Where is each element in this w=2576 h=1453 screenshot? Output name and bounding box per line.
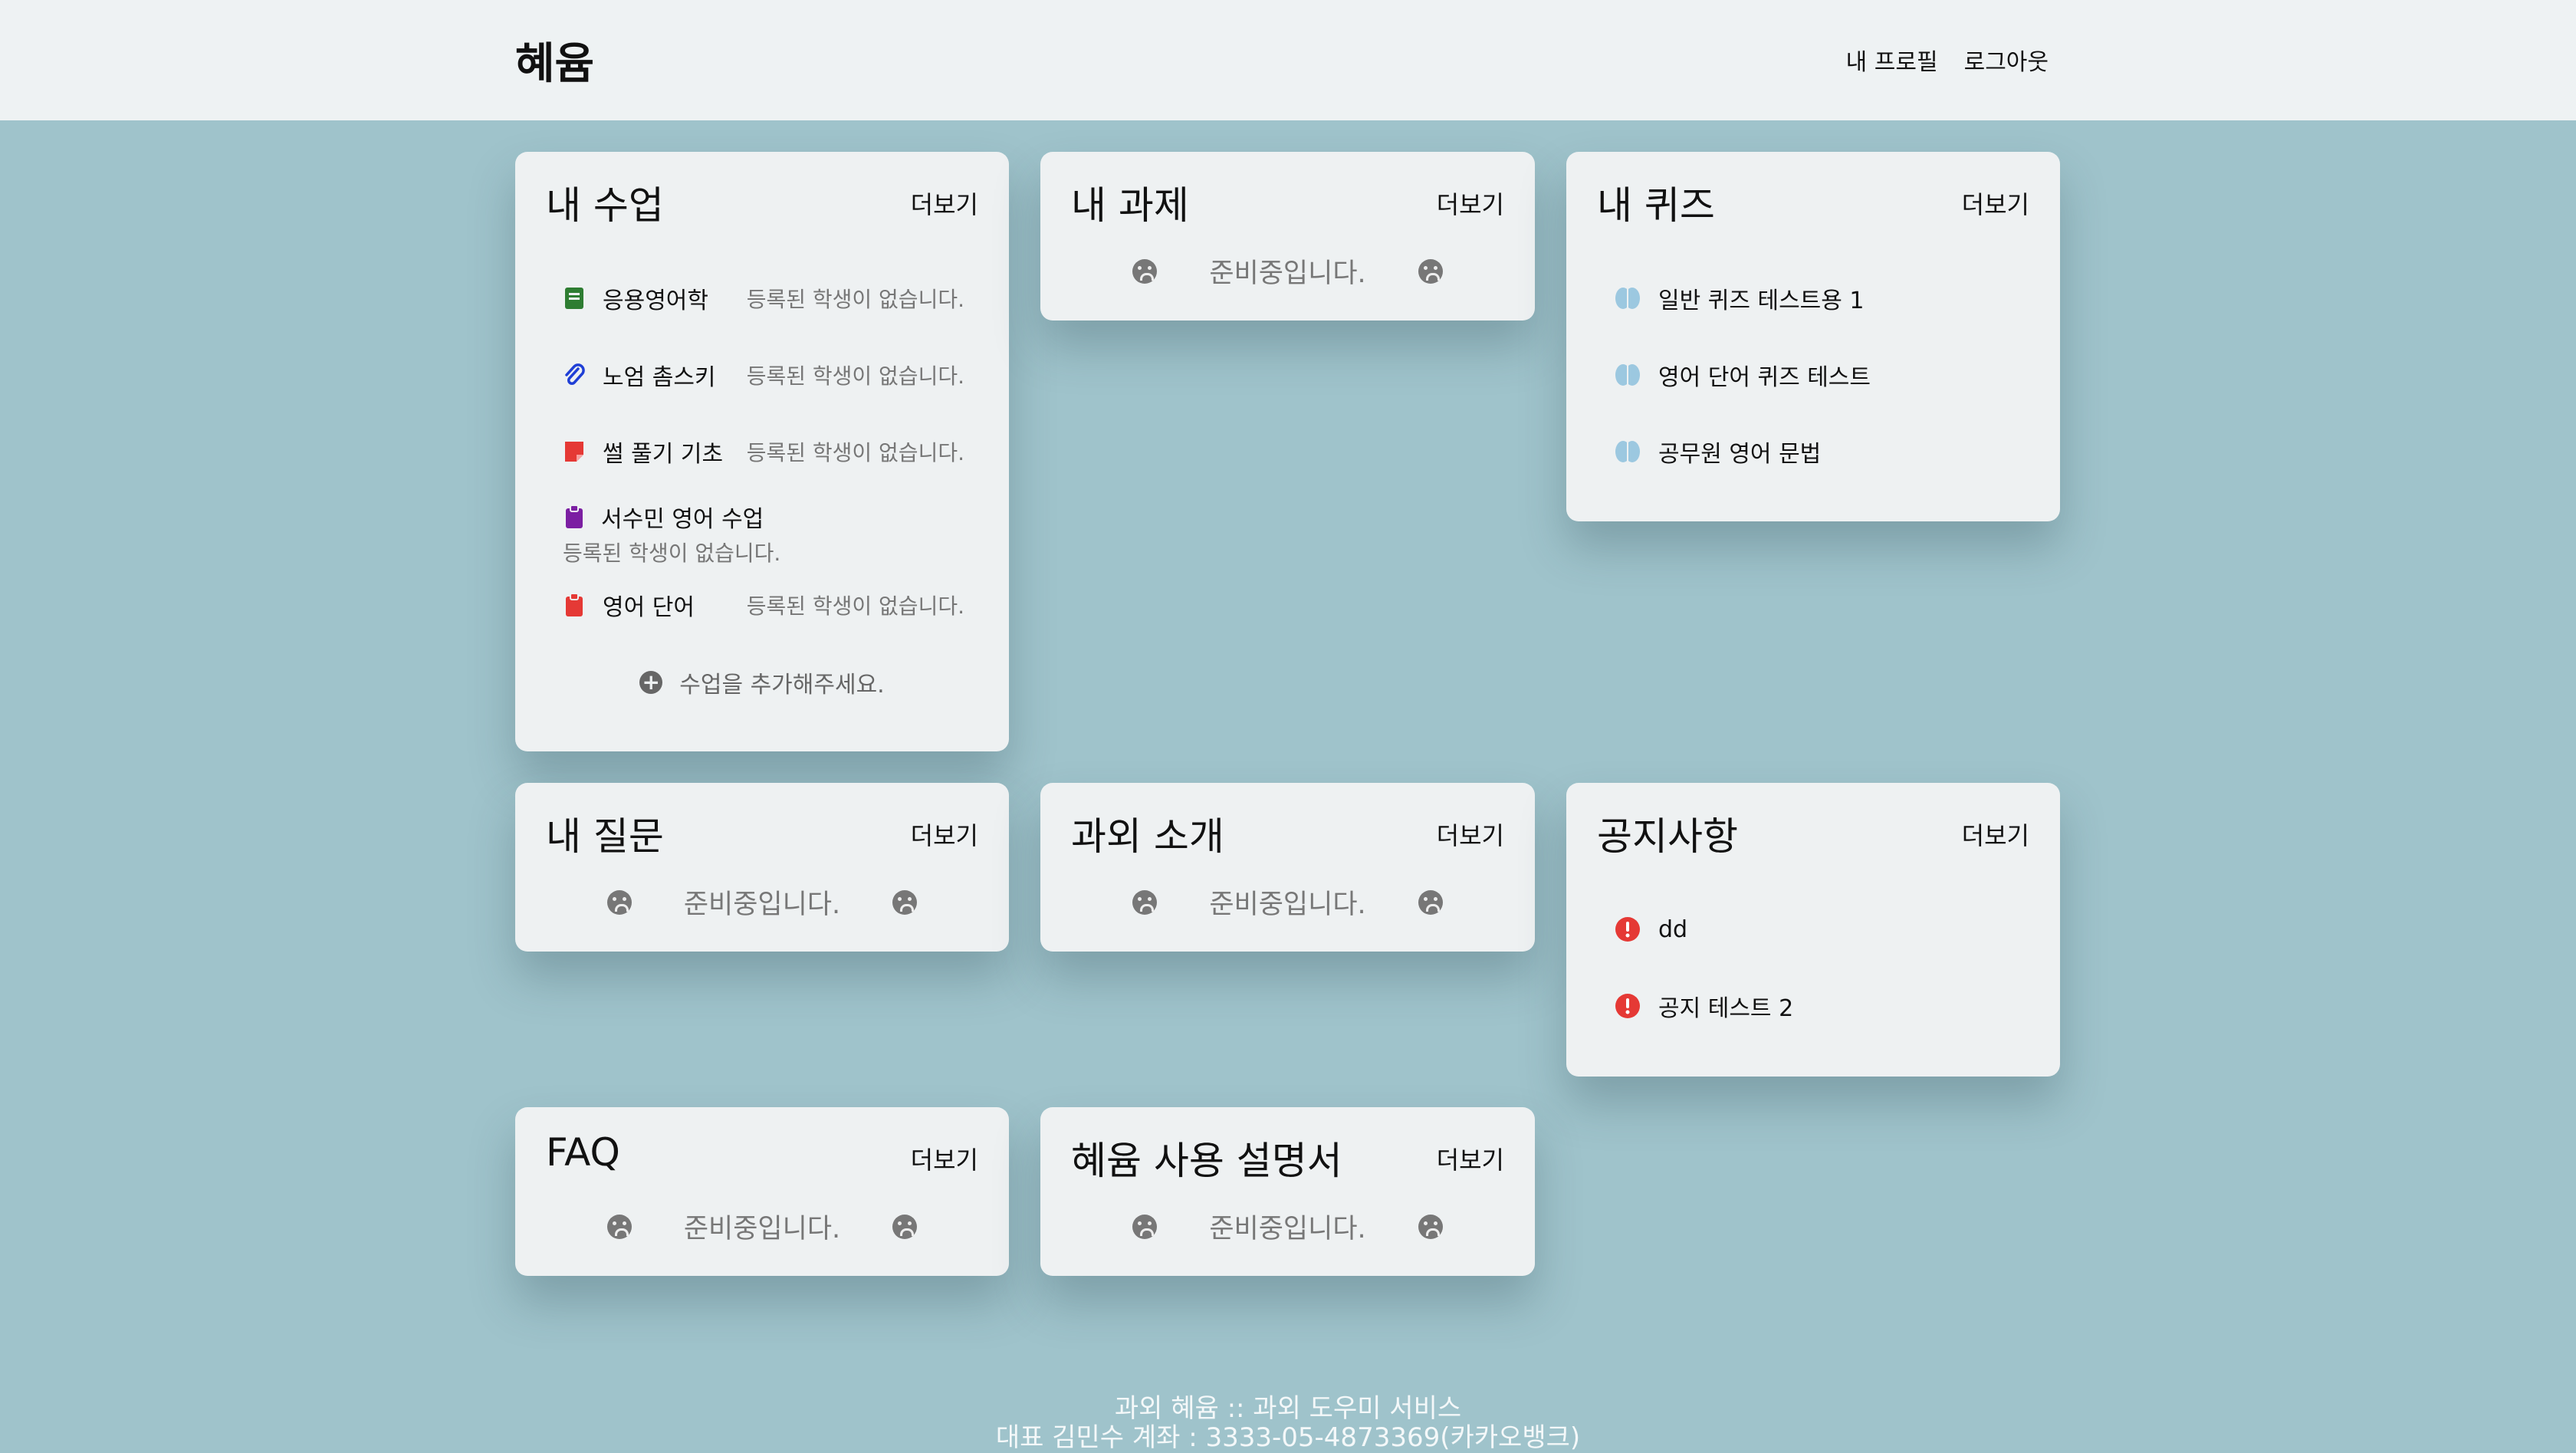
more-button[interactable]: 더보기 <box>911 1141 978 1176</box>
class-note: 등록된 학생이 없습니다. <box>746 363 964 389</box>
sad-face-icon <box>1132 258 1158 284</box>
card-my-classes: 내 수업 더보기 응용영어학 등록된 학생이 없습니다. 노엄 촘스키 등록된 … <box>515 152 1009 751</box>
footer-account: 대표 김민수 계좌 : 3333-05-4873369(카카오뱅크) <box>995 1422 1581 1453</box>
card-title: 내 질문 <box>546 814 664 859</box>
alert-icon <box>1615 917 1640 942</box>
add-class-label: 수업을 추가해주세요. <box>679 672 885 699</box>
clipboard-icon <box>566 593 583 616</box>
class-note: 등록된 학생이 없습니다. <box>563 541 781 566</box>
preparing-text: 준비중입니다. <box>1209 258 1366 289</box>
clipboard-icon <box>566 505 583 528</box>
top-header: 혜윰 내 프로필 로그아웃 <box>0 0 2576 120</box>
preparing-message: 준비중입니다. <box>515 883 1009 922</box>
notice-item[interactable]: dd <box>1614 912 2016 946</box>
sad-face-icon <box>892 889 918 915</box>
notice-title: dd <box>1658 916 1688 943</box>
class-note: 등록된 학생이 없습니다. <box>746 440 964 465</box>
preparing-message: 준비중입니다. <box>1040 883 1535 922</box>
card-title: 내 퀴즈 <box>1597 183 1715 228</box>
quiz-name: 공무원 영어 문법 <box>1658 441 1822 468</box>
card-notices: 공지사항 더보기 dd 공지 테스트 2 <box>1566 783 2060 1077</box>
sad-face-icon <box>1418 889 1443 915</box>
footer: 과외 혜윰 :: 과외 도우미 서비스 대표 김민수 계좌 : 3333-05-… <box>0 1394 2576 1452</box>
class-item[interactable]: 영어 단어 등록된 학생이 없습니다. <box>563 588 964 622</box>
top-nav: 내 프로필 로그아웃 <box>1846 43 2049 77</box>
class-name: 노엄 촘스키 <box>603 364 716 391</box>
class-name: 영어 단어 <box>603 594 695 621</box>
preparing-message: 준비중입니다. <box>1040 1207 1535 1246</box>
preparing-message: 준비중입니다. <box>1040 251 1535 291</box>
sad-face-icon <box>1132 889 1158 915</box>
quiz-item[interactable]: 일반 퀴즈 테스트용 1 <box>1614 281 2016 315</box>
brain-icon <box>1615 364 1640 386</box>
card-faq: FAQ 더보기 준비중입니다. <box>515 1107 1009 1276</box>
quiz-name: 영어 단어 퀴즈 테스트 <box>1658 364 1871 391</box>
sad-face-icon <box>1418 1214 1443 1239</box>
more-button[interactable]: 더보기 <box>1437 817 1504 852</box>
sticky-note-icon <box>565 442 583 462</box>
more-button[interactable]: 더보기 <box>1962 186 2029 221</box>
class-name: 서수민 영어 수업 <box>601 506 764 533</box>
sad-face-icon <box>1418 258 1443 284</box>
class-item[interactable]: 서수민 영어 수업 등록된 학생이 없습니다. <box>563 500 964 567</box>
card-title: 내 과제 <box>1071 183 1189 228</box>
preparing-text: 준비중입니다. <box>1209 889 1366 920</box>
notice-title: 공지 테스트 2 <box>1658 995 1794 1022</box>
sad-face-icon <box>1132 1214 1158 1239</box>
quiz-name: 일반 퀴즈 테스트용 1 <box>1658 288 1865 314</box>
card-title: 과외 소개 <box>1071 814 1224 859</box>
more-button[interactable]: 더보기 <box>911 817 978 852</box>
sad-face-icon <box>892 1214 918 1239</box>
add-class-button[interactable]: + 수업을 추가해주세요. <box>515 666 1009 699</box>
card-title: 혜윰 사용 설명서 <box>1071 1139 1342 1183</box>
class-name: 응용영어학 <box>603 288 708 314</box>
quiz-item[interactable]: 공무원 영어 문법 <box>1614 435 2016 468</box>
paperclip-icon <box>565 363 585 385</box>
card-my-quizzes: 내 퀴즈 더보기 일반 퀴즈 테스트용 1 영어 단어 퀴즈 테스트 공무원 영… <box>1566 152 2060 521</box>
class-item[interactable]: 썰 풀기 기초 등록된 학생이 없습니다. <box>563 435 964 468</box>
nav-profile-link[interactable]: 내 프로필 <box>1846 43 1938 77</box>
sad-face-icon <box>606 889 632 915</box>
preparing-text: 준비중입니다. <box>1209 1214 1366 1244</box>
card-my-questions: 내 질문 더보기 준비중입니다. <box>515 783 1009 952</box>
brain-icon <box>1615 441 1640 462</box>
preparing-text: 준비중입니다. <box>683 889 841 920</box>
class-note: 등록된 학생이 없습니다. <box>746 593 964 619</box>
card-tutoring-intro: 과외 소개 더보기 준비중입니다. <box>1040 783 1535 952</box>
book-icon <box>565 288 583 309</box>
preparing-message: 준비중입니다. <box>515 1207 1009 1246</box>
more-button[interactable]: 더보기 <box>1962 817 2029 852</box>
more-button[interactable]: 더보기 <box>1437 186 1504 221</box>
class-item[interactable]: 응용영어학 등록된 학생이 없습니다. <box>563 281 964 315</box>
card-my-assignments: 내 과제 더보기 준비중입니다. <box>1040 152 1535 321</box>
nav-logout-link[interactable]: 로그아웃 <box>1964 43 2049 77</box>
footer-tagline: 과외 혜윰 :: 과외 도우미 서비스 <box>1114 1393 1462 1424</box>
alert-icon <box>1615 994 1640 1018</box>
class-item[interactable]: 노엄 촘스키 등록된 학생이 없습니다. <box>563 358 964 392</box>
notice-item[interactable]: 공지 테스트 2 <box>1614 989 2016 1023</box>
card-user-manual: 혜윰 사용 설명서 더보기 준비중입니다. <box>1040 1107 1535 1276</box>
quiz-item[interactable]: 영어 단어 퀴즈 테스트 <box>1614 358 2016 392</box>
sad-face-icon <box>606 1214 632 1239</box>
card-title: FAQ <box>546 1130 620 1175</box>
more-button[interactable]: 더보기 <box>1437 1141 1504 1176</box>
brand-logo[interactable]: 혜윰 <box>515 29 594 91</box>
class-name: 썰 풀기 기초 <box>603 441 724 468</box>
class-note: 등록된 학생이 없습니다. <box>746 287 964 312</box>
preparing-text: 준비중입니다. <box>683 1214 841 1244</box>
card-title: 내 수업 <box>546 183 664 228</box>
plus-circle-icon: + <box>639 671 663 694</box>
more-button[interactable]: 더보기 <box>911 186 978 221</box>
card-title: 공지사항 <box>1597 814 1738 859</box>
brain-icon <box>1615 288 1640 309</box>
